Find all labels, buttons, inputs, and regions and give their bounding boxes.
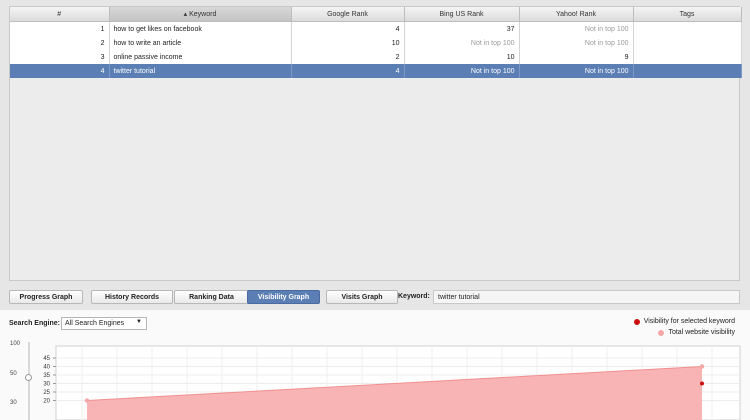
tab-ranking-data[interactable]: Ranking Data xyxy=(174,290,249,304)
visibility-graph-panel: Search Engine: All Search Engines ▼ Visi… xyxy=(0,310,750,420)
data-point-selected-keyword xyxy=(700,381,704,386)
row-number: 4 xyxy=(10,64,110,78)
col-header-tags[interactable]: Tags xyxy=(633,7,742,22)
y-tick-label: 20 xyxy=(43,399,50,405)
keywords-table-panel: # ▴ Keyword Google Rank Bing US Rank Yah… xyxy=(9,6,742,281)
visibility-chart: 20 25 30 35 40 45 xyxy=(43,345,741,420)
yahoo-rank-cell: Not in top 100 xyxy=(519,21,634,36)
col-header-number[interactable]: # xyxy=(10,7,110,22)
col-header-yahoo-rank[interactable]: Yahoo! Rank xyxy=(519,7,634,22)
graph-tabs-toolbar: Progress Graph History Records Ranking D… xyxy=(9,290,740,305)
table-row[interactable]: 1 how to get likes on facebook 4 37 Not … xyxy=(10,21,742,36)
y-tick-label: 35 xyxy=(43,373,50,379)
tags-cell xyxy=(633,64,742,78)
table-row[interactable]: 3 online passive income 2 10 9 xyxy=(10,50,742,64)
tab-visits-graph[interactable]: Visits Graph xyxy=(326,290,398,304)
data-point-total-visibility xyxy=(699,364,705,369)
keyword-label: Keyword: xyxy=(398,293,430,300)
y-tick-label: 40 xyxy=(43,365,50,371)
yahoo-rank-cell: Not in top 100 xyxy=(519,64,634,78)
tags-cell xyxy=(633,50,742,64)
keyword-cell: online passive income xyxy=(109,50,292,64)
bing-rank-cell: Not in top 100 xyxy=(404,64,520,78)
keyword-cell: how to get likes on facebook xyxy=(109,21,292,36)
yahoo-rank-cell: Not in top 100 xyxy=(519,36,634,50)
keyword-field: twitter tutorial xyxy=(433,290,740,304)
bing-rank-cell: Not in top 100 xyxy=(404,36,520,50)
y-tick-label: 30 xyxy=(43,382,50,388)
tags-cell xyxy=(633,36,742,50)
table-row-selected[interactable]: 4 twitter tutorial 4 Not in top 100 Not … xyxy=(10,64,742,78)
bing-rank-cell: 10 xyxy=(404,50,520,64)
tags-cell xyxy=(633,21,742,36)
table-row[interactable]: 2 how to write an article 10 Not in top … xyxy=(10,36,742,50)
col-header-keyword[interactable]: ▴ Keyword xyxy=(109,7,292,22)
keyword-cell: how to write an article xyxy=(109,36,292,50)
bing-rank-cell: 37 xyxy=(404,21,520,36)
google-rank-cell: 4 xyxy=(291,64,405,78)
data-point-total-visibility xyxy=(84,398,90,403)
tab-progress-graph[interactable]: Progress Graph xyxy=(9,290,83,304)
google-rank-cell: 2 xyxy=(291,50,405,64)
google-rank-cell: 10 xyxy=(291,36,405,50)
y-tick-label: 25 xyxy=(43,390,50,396)
yahoo-rank-cell: 9 xyxy=(519,50,634,64)
row-number: 3 xyxy=(10,50,110,64)
keyword-cell: twitter tutorial xyxy=(109,64,292,78)
col-header-google-rank[interactable]: Google Rank xyxy=(291,7,405,22)
row-number: 2 xyxy=(10,36,110,50)
y-tick-label: 45 xyxy=(43,356,50,362)
row-number: 1 xyxy=(10,21,110,36)
keywords-table: # ▴ Keyword Google Rank Bing US Rank Yah… xyxy=(10,7,742,78)
tab-visibility-graph[interactable]: Visibility Graph xyxy=(247,290,320,304)
google-rank-cell: 4 xyxy=(291,21,405,36)
tab-history-records[interactable]: History Records xyxy=(91,290,173,304)
col-header-bing-rank[interactable]: Bing US Rank xyxy=(404,7,520,22)
